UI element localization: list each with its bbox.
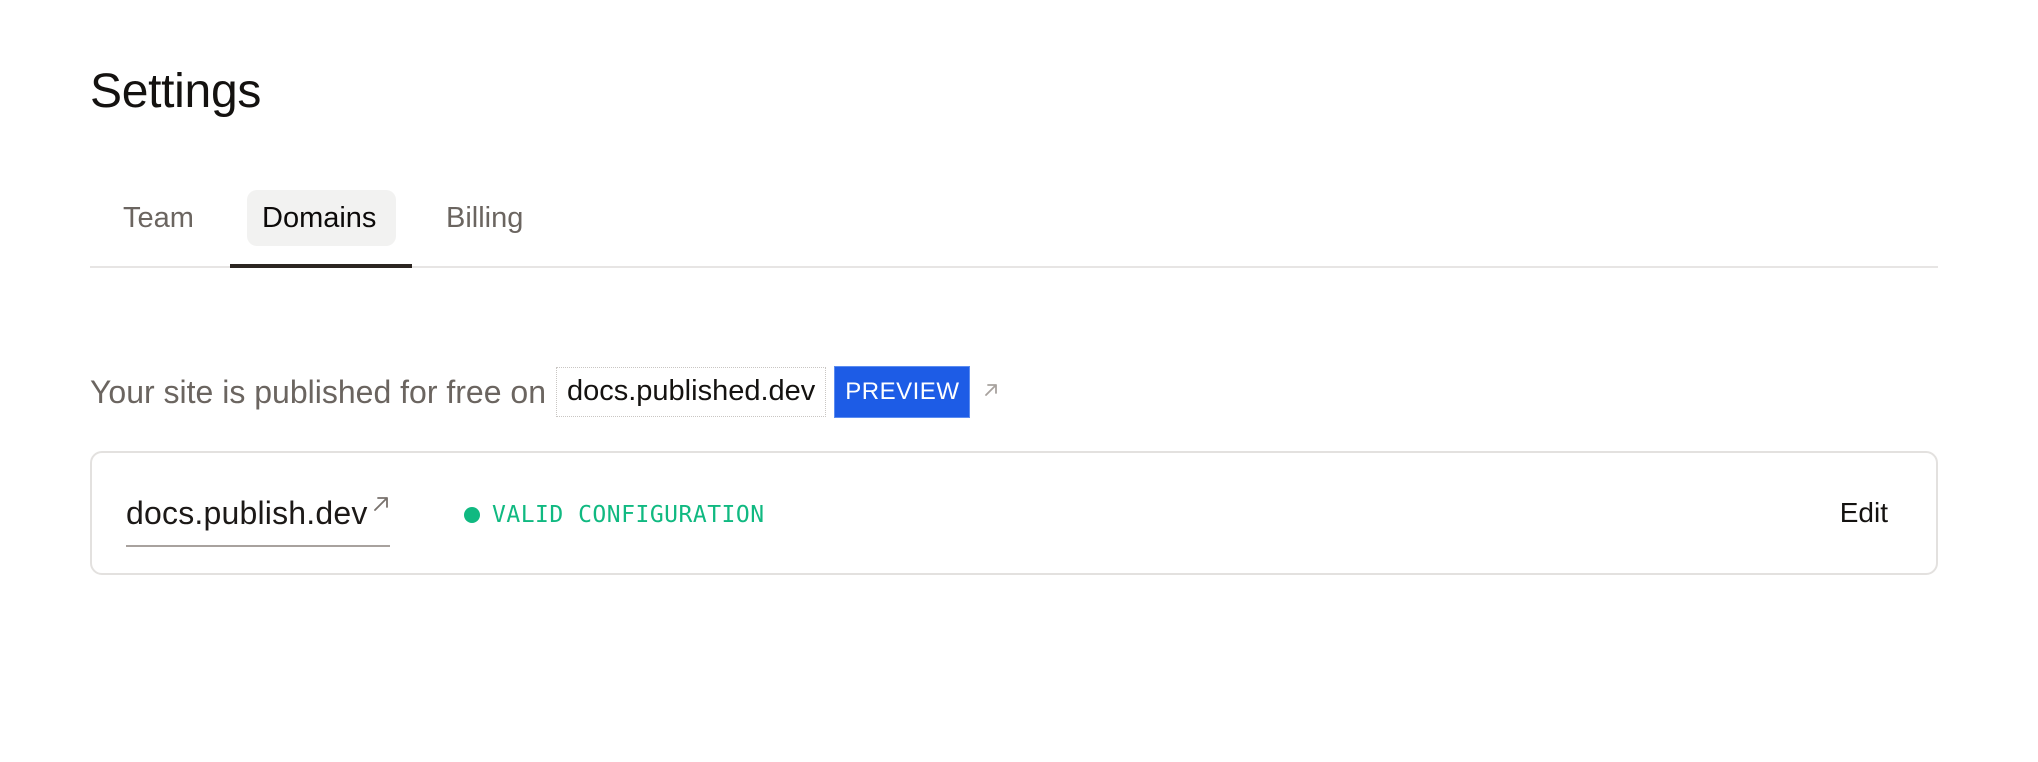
- domain-name: docs.publish.dev: [126, 495, 368, 531]
- external-link-icon[interactable]: [982, 381, 1000, 399]
- tab-domains-label: Domains: [247, 190, 396, 246]
- external-link-icon: [372, 495, 390, 513]
- settings-tabs: Team Domains Billing: [90, 188, 1938, 268]
- tab-billing[interactable]: Billing: [430, 188, 550, 266]
- settings-page: Settings Team Domains Billing Your site …: [0, 0, 2038, 762]
- domain-status: VALID CONFIGURATION: [464, 499, 765, 531]
- page-title: Settings: [90, 65, 262, 118]
- tab-billing-label: Billing: [446, 202, 524, 234]
- free-domain-notice: Your site is published for free on docs.…: [90, 366, 1000, 418]
- status-dot-icon: [464, 507, 480, 523]
- tab-domains[interactable]: Domains: [230, 188, 412, 268]
- notice-text: Your site is published for free on: [90, 374, 546, 410]
- tab-team[interactable]: Team: [90, 188, 220, 266]
- status-text: VALID CONFIGURATION: [492, 502, 765, 528]
- domain-link[interactable]: docs.publish.dev: [126, 493, 390, 547]
- edit-domain-button[interactable]: Edit: [1840, 491, 1888, 535]
- tab-team-label: Team: [123, 202, 194, 234]
- domain-card: docs.publish.dev VALID CONFIGURATION Edi…: [90, 451, 1938, 575]
- free-domain-value: docs.published.dev: [555, 367, 827, 417]
- preview-badge[interactable]: PREVIEW: [834, 366, 971, 418]
